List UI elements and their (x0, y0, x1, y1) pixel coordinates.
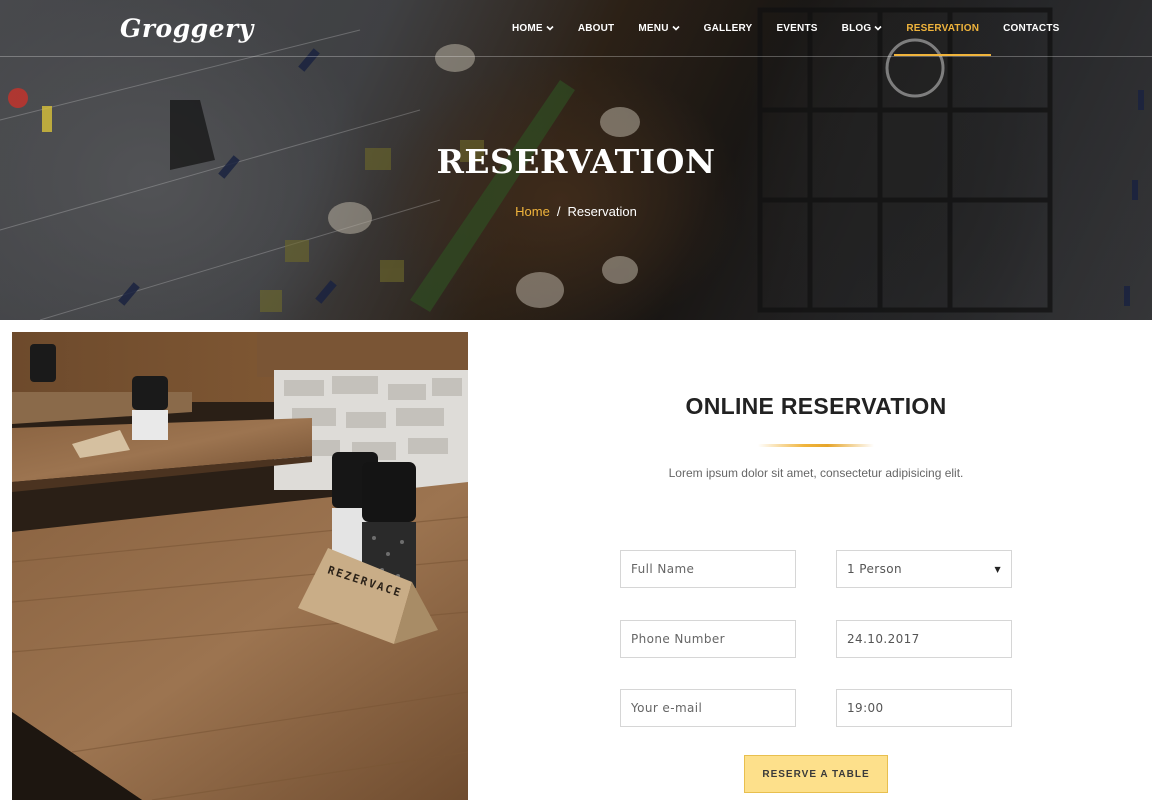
full-name-input[interactable] (631, 562, 785, 576)
chevron-down-icon (874, 25, 882, 31)
nav-item-reservation[interactable]: RESERVATION (894, 0, 991, 56)
nav-item-events[interactable]: EVENTS (764, 0, 829, 56)
breadcrumb-separator: / (556, 204, 561, 219)
nav-item-about[interactable]: ABOUT (566, 0, 627, 56)
time-input[interactable] (847, 701, 1001, 715)
persons-select[interactable]: 1 Person ▼ (836, 550, 1012, 588)
time-field[interactable] (836, 689, 1012, 727)
reservation-table-photo: REZERVACE (12, 332, 468, 800)
nav-item-label: EVENTS (776, 22, 818, 34)
nav-item-label: CONTACTS (1003, 22, 1060, 34)
full-name-field[interactable] (620, 550, 796, 588)
reserve-table-button[interactable]: RESERVE A TABLE (744, 755, 888, 793)
date-field[interactable] (836, 620, 1012, 658)
header-divider (0, 56, 1152, 57)
caret-down-icon: ▼ (994, 564, 1001, 574)
breadcrumb: Home / Reservation (0, 204, 1152, 219)
site-logo[interactable]: Groggery (120, 14, 254, 43)
main-navigation: HOME ABOUT MENU GALLERY EVENTS BLOG RESE… (500, 0, 1072, 56)
email-input[interactable] (631, 701, 785, 715)
nav-item-label: HOME (512, 22, 543, 34)
table-photo-illustration: REZERVACE (12, 332, 468, 800)
nav-item-label: ABOUT (577, 22, 615, 34)
chevron-down-icon (546, 25, 554, 31)
nav-item-blog[interactable]: BLOG (830, 0, 895, 56)
phone-number-field[interactable] (620, 620, 796, 658)
title-divider (758, 444, 874, 447)
nav-item-label: BLOG (841, 22, 872, 34)
chevron-down-icon (672, 25, 680, 31)
date-input[interactable] (847, 632, 1001, 646)
persons-select-value: 1 Person (847, 562, 902, 576)
breadcrumb-home-link[interactable]: Home (515, 204, 550, 219)
form-title: ONLINE RESERVATION (685, 393, 947, 419)
page-title: RESERVATION (436, 142, 716, 181)
reservation-form-section: ONLINE RESERVATION Lorem ipsum dolor sit… (468, 320, 1152, 800)
nav-item-contacts[interactable]: CONTACTS (991, 0, 1071, 56)
nav-item-label: RESERVATION (906, 22, 980, 34)
email-field[interactable] (620, 689, 796, 727)
breadcrumb-current: Reservation (567, 204, 637, 219)
nav-item-label: GALLERY (703, 22, 753, 34)
nav-item-label: MENU (638, 22, 669, 34)
nav-item-home[interactable]: HOME (500, 0, 566, 56)
form-subtitle: Lorem ipsum dolor sit amet, consectetur … (668, 466, 964, 480)
nav-item-menu[interactable]: MENU (626, 0, 691, 56)
phone-number-input[interactable] (631, 632, 785, 646)
nav-item-gallery[interactable]: GALLERY (692, 0, 765, 56)
hero-banner: Groggery HOME ABOUT MENU GALLERY EVENTS … (0, 0, 1152, 320)
